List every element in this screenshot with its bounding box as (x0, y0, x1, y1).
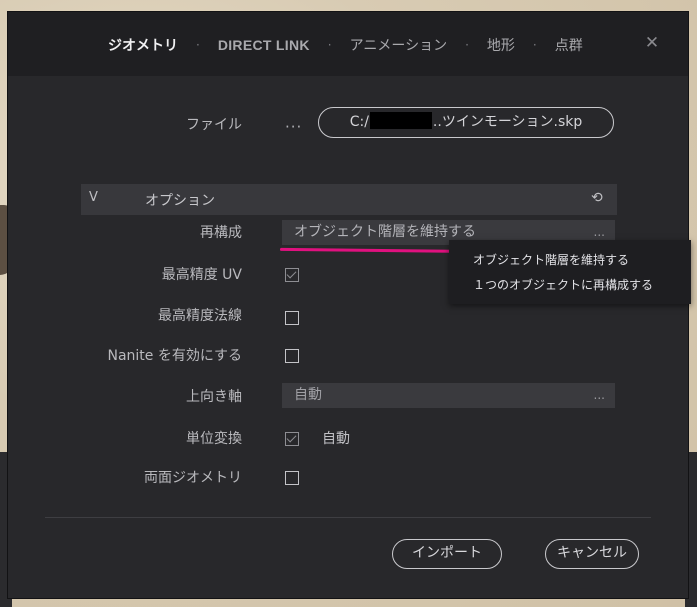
uv-label: 最高精度 UV (161, 267, 242, 283)
tab-separator: · (465, 38, 469, 52)
divider (45, 517, 651, 518)
import-dialog: ジオメトリ · DIRECT LINK · アニメーション · 地形 · 点群 … (7, 11, 689, 599)
normals-checkbox[interactable] (285, 311, 299, 325)
options-title: オプション (145, 193, 215, 209)
up-axis-label: 上向き軸 (186, 389, 242, 405)
browse-icon[interactable]: ··· (285, 118, 302, 136)
units-checkbox[interactable] (285, 432, 299, 446)
normals-label: 最高精度法線 (158, 308, 242, 324)
restructure-label: 再構成 (200, 225, 242, 241)
file-path-suffix: ..ツインモーション.skp (432, 114, 583, 130)
dropdown-item-merge-single[interactable]: １つのオブジェクトに再構成する (473, 276, 653, 293)
options-section-header[interactable]: V オプション ⟲ (81, 184, 617, 215)
tab-separator: · (327, 38, 332, 52)
file-path-prefix: C:/ (349, 114, 369, 130)
dialog-titlebar: ジオメトリ · DIRECT LINK · アニメーション · 地形 · 点群 … (8, 12, 688, 76)
dropdown-item-keep-hierarchy[interactable]: オブジェクト階層を維持する (473, 251, 629, 268)
tab-separator: · (196, 38, 200, 52)
file-path-field[interactable]: C:/ ..ツインモーション.skp (318, 107, 614, 138)
dialog-content: ファイル ··· C:/ ..ツインモーション.skp V オプション ⟲ 再構成… (8, 76, 688, 598)
uv-checkbox[interactable] (285, 268, 299, 282)
tab-terrain[interactable]: 地形 (487, 35, 515, 55)
up-axis-select[interactable]: 自動 ... (282, 383, 615, 408)
double-sided-label: 両面ジオメトリ (144, 470, 242, 486)
more-icon: ... (593, 388, 605, 402)
reset-icon[interactable]: ⟲ (591, 190, 603, 206)
restructure-value: オブジェクト階層を維持する (294, 224, 476, 240)
chevron-down-icon[interactable]: V (89, 190, 98, 205)
tab-point-cloud[interactable]: 点群 (555, 35, 583, 55)
tab-separator: · (532, 38, 537, 52)
close-icon[interactable]: ✕ (643, 34, 661, 52)
units-label: 単位変換 (186, 431, 242, 447)
cancel-button[interactable]: キャンセル (545, 539, 639, 569)
tab-direct-link[interactable]: DIRECT LINK (218, 37, 310, 53)
nanite-checkbox[interactable] (285, 349, 299, 363)
redacted-block (369, 112, 432, 129)
tab-animation[interactable]: アニメーション (350, 35, 447, 55)
units-value: 自動 (322, 431, 350, 447)
import-button[interactable]: インポート (392, 539, 502, 569)
file-label: ファイル (186, 117, 242, 133)
restructure-dropdown-menu: オブジェクト階層を維持する １つのオブジェクトに再構成する (449, 240, 691, 304)
up-axis-value: 自動 (294, 387, 322, 403)
nanite-label: Nanite を有効にする (107, 348, 242, 364)
double-sided-checkbox[interactable] (285, 471, 299, 485)
tab-geometry[interactable]: ジオメトリ (108, 35, 178, 55)
tab-bar: ジオメトリ · DIRECT LINK · アニメーション · 地形 · 点群 (108, 35, 583, 55)
